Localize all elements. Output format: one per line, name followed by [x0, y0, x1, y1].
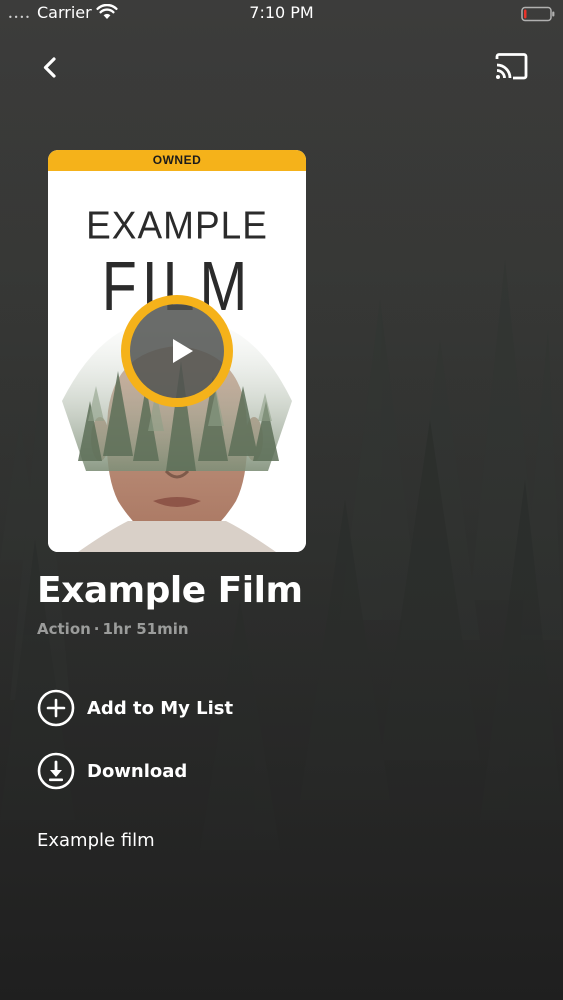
plus-circle-icon: [37, 689, 75, 727]
film-meta: Action · 1hr 51min: [37, 620, 189, 638]
add-to-list-label: Add to My List: [87, 697, 234, 719]
film-genre: Action: [37, 620, 91, 638]
status-bar: •••• Carrier 7:10 PM: [0, 0, 563, 28]
meta-separator: ·: [93, 620, 100, 638]
film-description: Example film: [37, 830, 155, 851]
status-time: 7:10 PM: [249, 3, 314, 22]
play-icon: [173, 339, 193, 363]
play-button[interactable]: [121, 295, 233, 407]
cast-icon[interactable]: [490, 48, 532, 86]
poster-title-line1: EXAMPLE: [86, 203, 268, 247]
film-title: Example Film: [37, 570, 303, 611]
download-circle-icon: [37, 752, 75, 790]
owned-badge: OWNED: [48, 150, 306, 171]
film-poster[interactable]: OWNED EXAMPLE FILM: [48, 150, 306, 552]
film-duration: 1hr 51min: [102, 620, 189, 638]
add-to-list-button[interactable]: Add to My List: [37, 689, 233, 727]
download-label: Download: [87, 760, 188, 782]
battery-low-icon: [521, 6, 555, 22]
download-button[interactable]: Download: [37, 752, 187, 790]
chevron-left-icon[interactable]: [32, 48, 72, 88]
